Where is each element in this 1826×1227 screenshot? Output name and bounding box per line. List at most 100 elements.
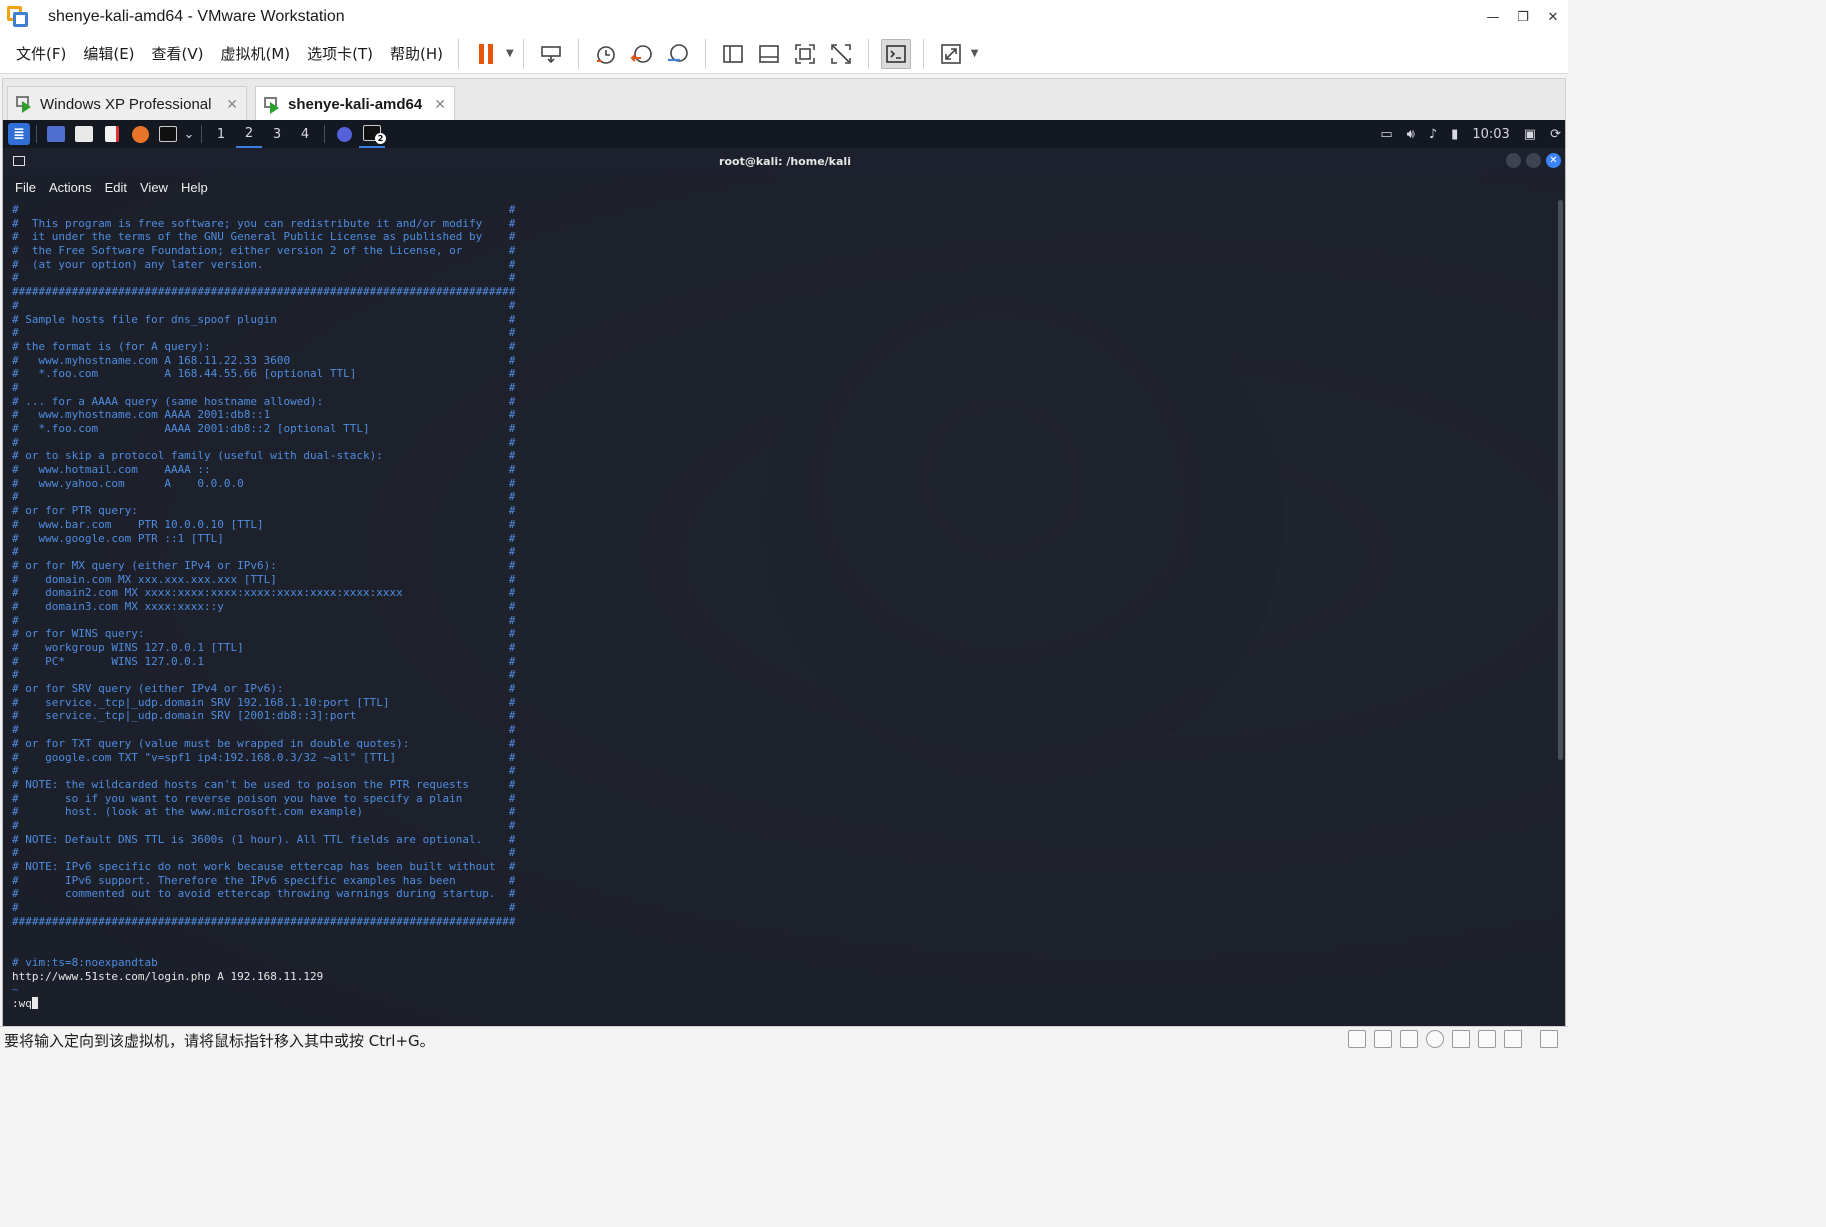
- battery-icon[interactable]: ▮: [1451, 127, 1458, 142]
- snapshot-button[interactable]: [591, 39, 621, 69]
- panel-separator: [36, 125, 37, 143]
- workspace-4[interactable]: 4: [292, 120, 318, 148]
- sound-card-icon[interactable]: [1400, 1030, 1418, 1048]
- display-settings-icon[interactable]: [1504, 1030, 1522, 1048]
- workspace-2[interactable]: 2: [236, 120, 262, 148]
- toolbar-separator: [867, 38, 869, 69]
- hard-disk-icon[interactable]: [1348, 1030, 1366, 1048]
- terminal-launcher-dropdown[interactable]: ⌄: [183, 120, 195, 148]
- terminal-line: ########################################…: [12, 285, 516, 299]
- vim-command-line[interactable]: :wq: [12, 996, 1552, 1011]
- revert-snapshot-button[interactable]: [627, 39, 657, 69]
- terminal-line: # #: [12, 764, 516, 778]
- full-screen-button[interactable]: [790, 39, 820, 69]
- sidebar-icon: [722, 44, 743, 63]
- terminal-line: # or for PTR query: #: [12, 504, 516, 518]
- restore-button[interactable]: ❐: [1508, 0, 1538, 34]
- terminal-menu-actions[interactable]: Actions: [49, 180, 92, 195]
- terminal-line: # it under the terms of the GNU General …: [12, 230, 516, 244]
- cd-dvd-icon[interactable]: [1426, 1030, 1444, 1048]
- show-thumbnails-button[interactable]: [754, 39, 784, 69]
- kali-menu-button[interactable]: ≣: [4, 120, 30, 148]
- desktop-icon: [47, 126, 65, 142]
- close-button[interactable]: ✕: [1538, 0, 1568, 34]
- terminal-line: # so if you want to reverse poison you h…: [12, 791, 516, 805]
- terminal-window-button[interactable]: 2: [359, 120, 386, 148]
- terminal-line: # or for WINS query: #: [12, 627, 516, 641]
- terminal-line: # www.hotmail.com AAAA :: #: [12, 463, 516, 477]
- console-view-button[interactable]: [880, 38, 911, 69]
- menu-vm[interactable]: 虚拟机(M): [221, 43, 291, 64]
- tab-windows-xp[interactable]: Windows XP Professional ✕: [7, 86, 247, 121]
- power-icon[interactable]: ⟳: [1550, 127, 1561, 142]
- terminal-line: # service._tcp|_udp.domain SRV 192.168.1…: [12, 695, 516, 709]
- lock-icon[interactable]: ▣: [1524, 127, 1536, 142]
- menu-tabs[interactable]: 选项卡(T): [307, 43, 373, 64]
- terminal-icon: [159, 126, 177, 142]
- terminal-title: root@kali: /home/kali: [719, 154, 851, 168]
- tab-kali[interactable]: shenye-kali-amd64 ✕: [255, 86, 455, 122]
- terminal-line: # workgroup WINS 127.0.0.1 [TTL] #: [12, 641, 516, 654]
- terminal-menu-help[interactable]: Help: [181, 180, 208, 195]
- stretch-dropdown-icon[interactable]: ▼: [971, 48, 979, 59]
- terminal-line: # NOTE: IPv6 specific do not work becaus…: [12, 860, 516, 873]
- toolbar-separator: [522, 38, 524, 69]
- menu-file[interactable]: 文件(F): [16, 43, 66, 64]
- display-icon[interactable]: ▭: [1380, 127, 1392, 142]
- thumbnail-bar-icon: [758, 44, 779, 63]
- guest-display[interactable]: ≣ ⌄ 1 2 3 4 2 ▭ 🔊︎ ♪ ▮ 10:03 ▣ ⟳ root@ka…: [2, 120, 1566, 1026]
- file-manager-button[interactable]: [71, 120, 97, 148]
- window-titlebar: shenye-kali-amd64 - VMware Workstation —…: [0, 0, 1568, 34]
- usb-icon[interactable]: [1478, 1030, 1496, 1048]
- terminal-line: # the format is (for A query): #: [12, 339, 516, 353]
- folder-icon: [75, 126, 93, 142]
- terminal-output[interactable]: # # # This program is free software; you …: [12, 203, 1552, 1023]
- terminal-maximize-button[interactable]: [1526, 153, 1541, 168]
- minimize-button[interactable]: —: [1478, 0, 1508, 34]
- terminal-close-button[interactable]: ✕: [1546, 153, 1561, 168]
- clock[interactable]: 10:03: [1472, 127, 1509, 142]
- ettercap-window-button[interactable]: [331, 120, 357, 148]
- pause-dropdown-icon[interactable]: ▼: [506, 48, 514, 59]
- terminal-line: # or for TXT query (value must be wrappe…: [12, 736, 516, 750]
- tab-label: shenye-kali-amd64: [288, 96, 423, 113]
- full-screen-icon: [794, 43, 815, 64]
- notification-bell-icon[interactable]: ♪: [1429, 127, 1437, 142]
- snapshot-manager-button[interactable]: [663, 39, 693, 69]
- stretch-guest-button[interactable]: [936, 39, 966, 69]
- firefox-button[interactable]: [127, 120, 153, 148]
- terminal-menu-edit[interactable]: Edit: [105, 180, 127, 195]
- workspace-1[interactable]: 1: [208, 120, 234, 148]
- text-editor-button[interactable]: [99, 120, 125, 148]
- message-log-icon[interactable]: [1540, 1030, 1558, 1048]
- terminal-menu-file[interactable]: File: [15, 180, 36, 195]
- unity-button[interactable]: [826, 39, 856, 69]
- terminal-menu-view[interactable]: View: [140, 180, 168, 195]
- console-icon: [885, 44, 906, 63]
- terminal-line: # google.com TXT "v=spf1 ip4:192.168.0.3…: [12, 750, 516, 764]
- menu-help[interactable]: 帮助(H): [390, 43, 443, 64]
- show-desktop-button[interactable]: [43, 120, 69, 148]
- terminal-scrollbar[interactable]: [1558, 200, 1563, 760]
- terminal-minimize-button[interactable]: [1506, 153, 1521, 168]
- send-ctrl-alt-del-button[interactable]: [536, 39, 566, 69]
- terminal-line: # www.yahoo.com A 0.0.0.0 #: [12, 476, 516, 490]
- menu-view[interactable]: 查看(V): [152, 43, 204, 64]
- menu-edit[interactable]: 编辑(E): [83, 43, 134, 64]
- terminal-line: # #: [12, 298, 516, 312]
- terminal-launcher-button[interactable]: [155, 120, 181, 148]
- vm-icon: [264, 96, 282, 114]
- close-tab-icon[interactable]: ✕: [226, 96, 238, 113]
- network-adapter-icon[interactable]: [1374, 1030, 1392, 1048]
- terminal-window-controls: ✕: [1506, 153, 1561, 168]
- show-library-button[interactable]: [718, 39, 748, 69]
- pause-button[interactable]: [471, 39, 501, 69]
- terminal-line: # www.google.com PTR ::1 [TTL] #: [12, 531, 516, 545]
- close-tab-icon[interactable]: ✕: [434, 96, 446, 113]
- terminal-line: ~: [12, 983, 19, 997]
- workspace-3[interactable]: 3: [264, 120, 290, 148]
- panel-tray: ▭ 🔊︎ ♪ ▮ 10:03 ▣ ⟳: [1380, 120, 1561, 148]
- volume-icon[interactable]: 🔊︎: [1407, 127, 1415, 142]
- printer-icon[interactable]: [1452, 1030, 1470, 1048]
